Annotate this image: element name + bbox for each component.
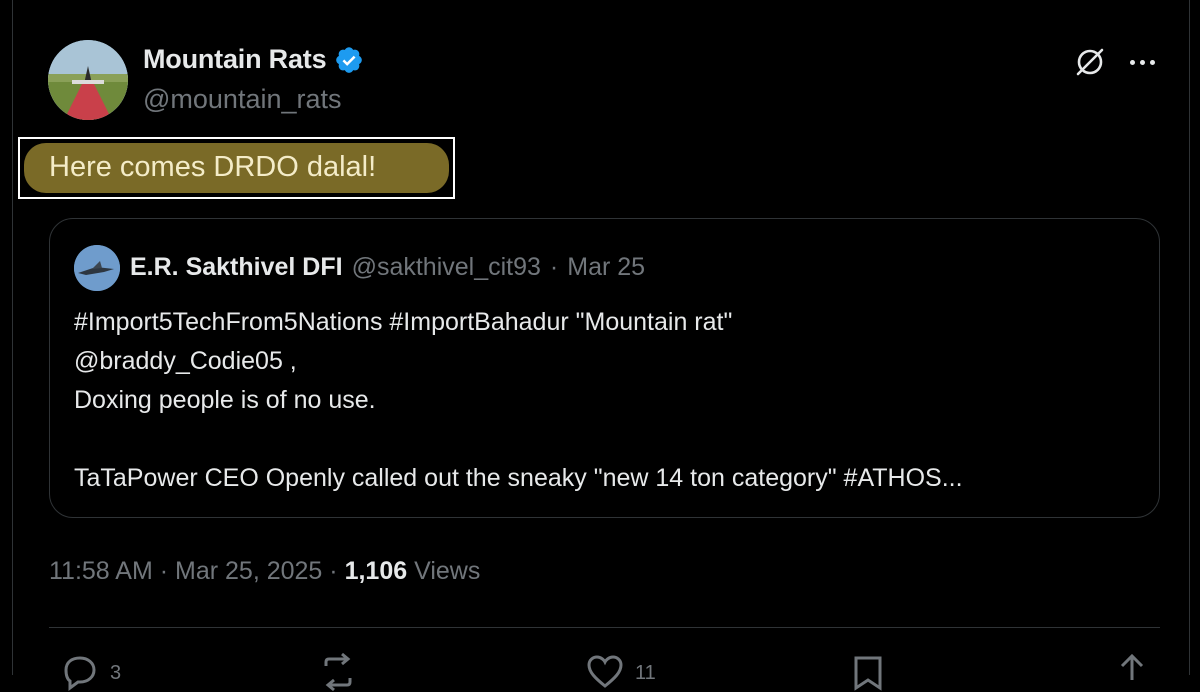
like-button[interactable]: 11 — [585, 652, 656, 692]
quoted-header: E.R. Sakthivel DFI @sakthivel_cit93 · Ma… — [130, 253, 645, 282]
retweet-icon — [324, 652, 352, 692]
meta-separator: · — [329, 557, 338, 585]
verified-icon — [336, 46, 363, 73]
author-handle[interactable]: @mountain_rats — [143, 84, 342, 115]
like-icon — [587, 655, 623, 688]
tweet-time[interactable]: 11:58 AM — [49, 557, 153, 585]
author-avatar[interactable] — [48, 40, 128, 120]
reply-count: 3 — [110, 662, 122, 684]
quoted-line — [74, 420, 1144, 459]
quoted-tweet[interactable]: E.R. Sakthivel DFI @sakthivel_cit93 · Ma… — [49, 218, 1160, 518]
like-count: 11 — [635, 662, 656, 684]
share-icon — [1120, 653, 1144, 680]
quoted-line: TaTaPower CEO Openly called out the snea… — [74, 464, 963, 492]
quoted-text: #Import5TechFrom5Nations #ImportBahadur … — [74, 303, 1144, 498]
quoted-line: @braddy_Codie05 , — [74, 347, 297, 375]
author-name-row: Mountain Rats — [143, 44, 364, 75]
share-button[interactable] — [1112, 652, 1152, 692]
bookmark-button[interactable] — [848, 652, 888, 692]
quoted-line: #Import5TechFrom5Nations #ImportBahadur … — [74, 308, 733, 336]
quoted-separator: · — [549, 253, 559, 281]
quoted-line: Doxing people is of no use. — [74, 386, 376, 414]
tweet-text: Here comes DRDO dalal! — [49, 151, 377, 183]
retweet-button[interactable] — [318, 652, 358, 692]
tweet-date[interactable]: Mar 25, 2025 — [175, 557, 322, 585]
views-label: Views — [414, 557, 481, 585]
quoted-date[interactable]: Mar 25 — [567, 253, 645, 282]
author-display-name[interactable]: Mountain Rats — [143, 44, 327, 75]
bookmark-icon — [854, 656, 882, 691]
tweet-meta: 11:58 AM · Mar 25, 2025 · 1,106 Views — [49, 557, 480, 586]
quoted-author-avatar[interactable] — [74, 245, 120, 291]
quoted-display-name[interactable]: E.R. Sakthivel DFI — [130, 253, 343, 282]
grok-icon[interactable] — [1072, 44, 1108, 80]
meta-separator: · — [159, 557, 169, 585]
more-icon[interactable] — [1124, 44, 1160, 80]
quoted-handle[interactable]: @sakthivel_cit93 — [352, 253, 541, 282]
reply-button[interactable]: 3 — [60, 652, 121, 692]
reply-icon — [64, 656, 96, 691]
divider — [49, 627, 1160, 628]
views-count: 1,106 — [344, 557, 408, 585]
